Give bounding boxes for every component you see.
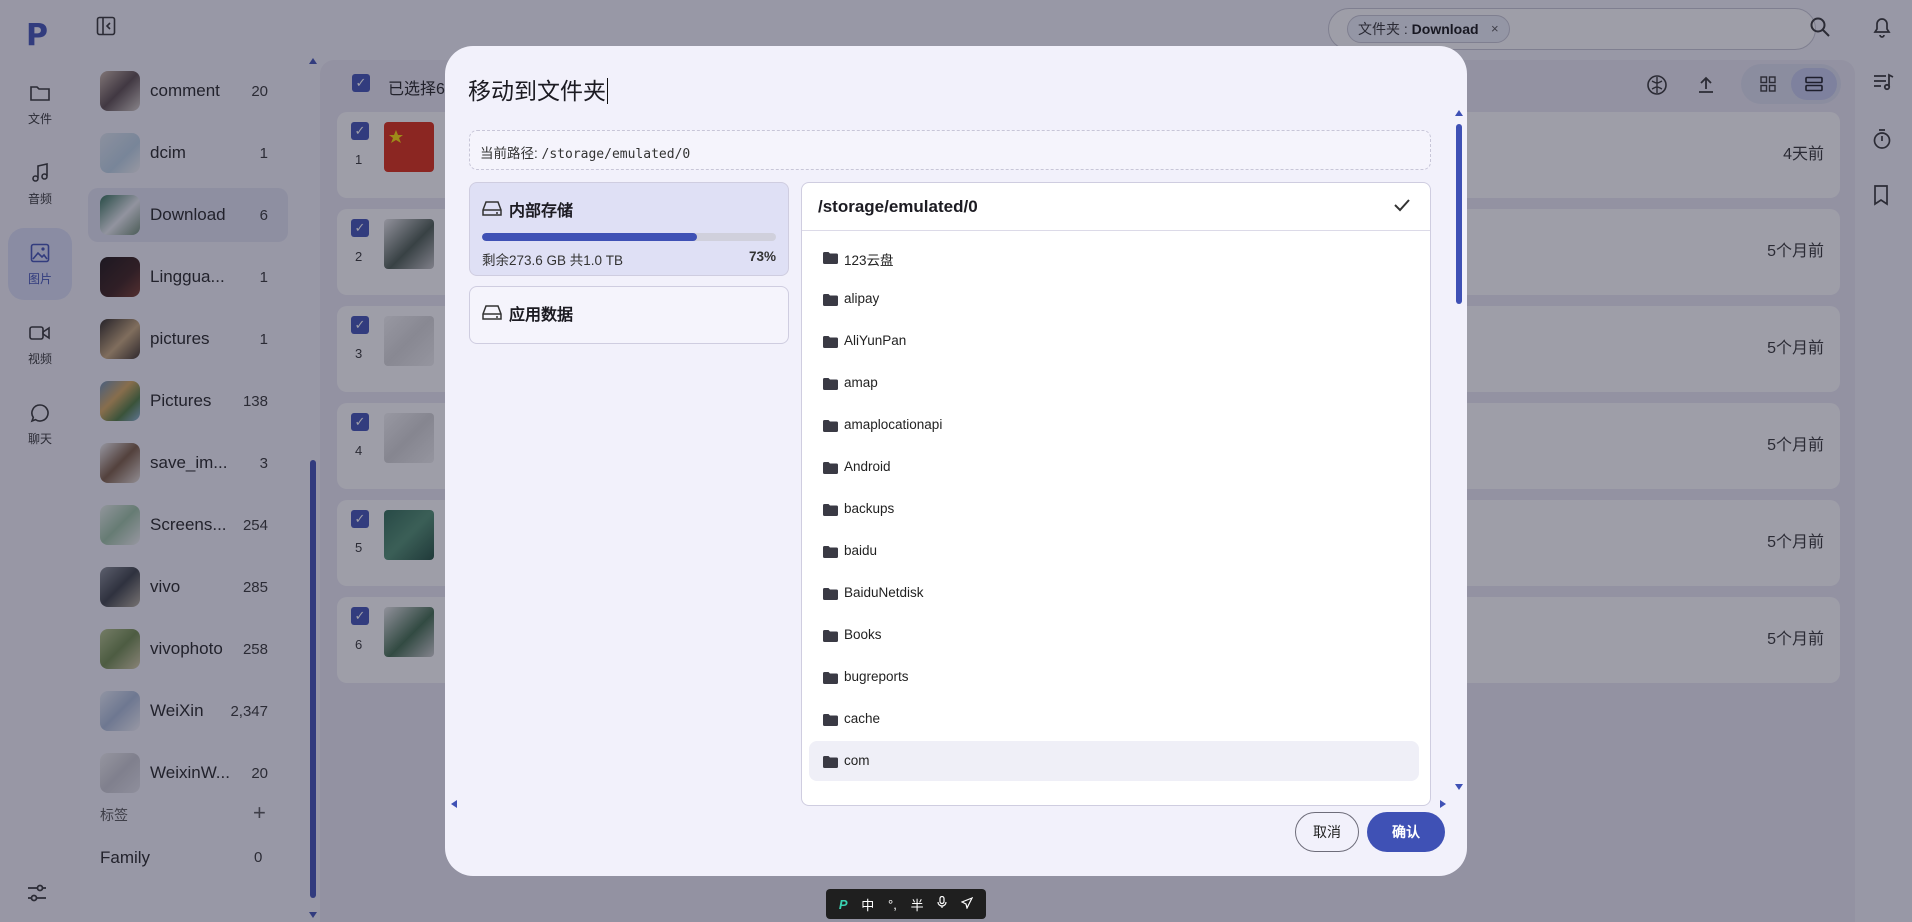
folder-name: Android bbox=[844, 459, 891, 474]
cancel-button[interactable]: 取消 bbox=[1295, 812, 1359, 852]
folder-icon bbox=[823, 461, 838, 474]
send-icon[interactable] bbox=[960, 896, 974, 912]
ime-language-toggle[interactable]: 中 bbox=[861, 895, 874, 914]
folder-list-item[interactable]: baidu bbox=[809, 531, 1419, 571]
folder-name: cache bbox=[844, 711, 881, 726]
ime-logo: P bbox=[838, 896, 848, 912]
folder-icon bbox=[823, 503, 838, 516]
scroll-down-arrow-icon[interactable] bbox=[1455, 784, 1463, 790]
hard-drive-icon bbox=[482, 199, 502, 219]
current-path-prefix: 当前路径: bbox=[480, 146, 542, 161]
folder-list-item[interactable]: cache bbox=[809, 699, 1419, 739]
folder-icon bbox=[823, 335, 838, 348]
folder-name: BaiduNetdisk bbox=[844, 585, 924, 600]
select-folder-check-icon[interactable] bbox=[1392, 195, 1414, 217]
folder-icon bbox=[823, 629, 838, 642]
folder-name: com bbox=[844, 753, 870, 768]
storage-info: 剩余273.6 GB 共1.0 TB bbox=[482, 253, 624, 268]
folder-name: bugreports bbox=[844, 669, 909, 684]
folder-list-item[interactable]: alipay bbox=[809, 279, 1419, 319]
folder-icon bbox=[823, 755, 838, 768]
volume-name: 应用数据 bbox=[509, 307, 574, 324]
folder-name: alipay bbox=[844, 291, 880, 306]
folder-icon bbox=[823, 713, 838, 726]
folder-name: backups bbox=[844, 501, 895, 516]
storage-percent: 73% bbox=[748, 249, 776, 264]
folder-list-item[interactable]: BaiduNetdisk bbox=[809, 573, 1419, 613]
folder-icon bbox=[823, 545, 838, 558]
folder-icon bbox=[823, 419, 838, 432]
microphone-icon[interactable] bbox=[937, 895, 947, 912]
folder-list-item[interactable]: Books bbox=[809, 615, 1419, 655]
folder-list-item[interactable]: 123云盘 bbox=[809, 237, 1419, 277]
dialog-scrollbar[interactable] bbox=[1455, 110, 1463, 790]
volume-name: 内部存储 bbox=[509, 203, 574, 220]
text-caret bbox=[607, 78, 608, 104]
folder-icon bbox=[823, 293, 838, 306]
ime-toolbar: P 中 °, 半 bbox=[826, 889, 986, 919]
hard-drive-icon bbox=[482, 303, 502, 323]
folder-name: AliYunPan bbox=[844, 333, 907, 348]
storage-usage-bar bbox=[482, 233, 776, 241]
folder-name: baidu bbox=[844, 543, 878, 558]
folder-list-item[interactable]: backups bbox=[809, 489, 1419, 529]
folder-name: 123云盘 bbox=[844, 253, 894, 268]
folder-list-item[interactable]: amap bbox=[809, 363, 1419, 403]
storage-usage-fill bbox=[482, 233, 697, 241]
folder-list-item[interactable]: Android bbox=[809, 447, 1419, 487]
folder-list-item[interactable]: AliYunPan bbox=[809, 321, 1419, 361]
folder-name: amaplocationapi bbox=[844, 417, 943, 432]
current-path-label: 当前路径: /storage/emulated/0 bbox=[480, 142, 690, 162]
move-to-folder-dialog: 移动到文件夹 当前路径: /storage/emulated/0 内部存储 剩余… bbox=[445, 46, 1467, 876]
folder-icon bbox=[823, 671, 838, 684]
folder-icon bbox=[823, 377, 838, 390]
folder-list-item[interactable]: bugreports bbox=[809, 657, 1419, 697]
folder-panel-path: /storage/emulated/0 bbox=[818, 197, 978, 216]
ime-width-toggle[interactable]: 半 bbox=[911, 895, 924, 914]
folder-panel-header: /storage/emulated/0 bbox=[802, 183, 1430, 231]
current-path-value: /storage/emulated/0 bbox=[541, 147, 691, 162]
scroll-left-arrow-icon[interactable] bbox=[451, 800, 457, 808]
folder-list-item[interactable]: amaplocationapi bbox=[809, 405, 1419, 445]
dialog-title: 移动到文件夹 bbox=[468, 72, 608, 106]
folder-icon bbox=[823, 587, 838, 600]
folder-icon bbox=[823, 251, 838, 264]
confirm-button[interactable]: 确认 bbox=[1367, 812, 1445, 852]
scroll-right-arrow-icon[interactable] bbox=[1440, 800, 1446, 808]
folder-name: Books bbox=[844, 627, 882, 642]
folder-list-item[interactable]: com bbox=[809, 741, 1419, 781]
scrollbar-thumb[interactable] bbox=[1456, 124, 1462, 304]
volume-internal-storage[interactable]: 内部存储 剩余273.6 GB 共1.0 TB 73% bbox=[469, 182, 789, 276]
scroll-up-arrow-icon[interactable] bbox=[1455, 110, 1463, 116]
folder-name: amap bbox=[844, 375, 878, 390]
ime-punctuation-toggle[interactable]: °, bbox=[888, 897, 897, 912]
folder-browser-panel: /storage/emulated/0 123云盘 alipay AliYunPan… bbox=[801, 182, 1431, 806]
volume-app-data[interactable]: 应用数据 bbox=[469, 286, 789, 344]
dialog-title-text: 移动到文件夹 bbox=[468, 78, 606, 104]
current-path-box: 当前路径: /storage/emulated/0 bbox=[469, 130, 1431, 170]
